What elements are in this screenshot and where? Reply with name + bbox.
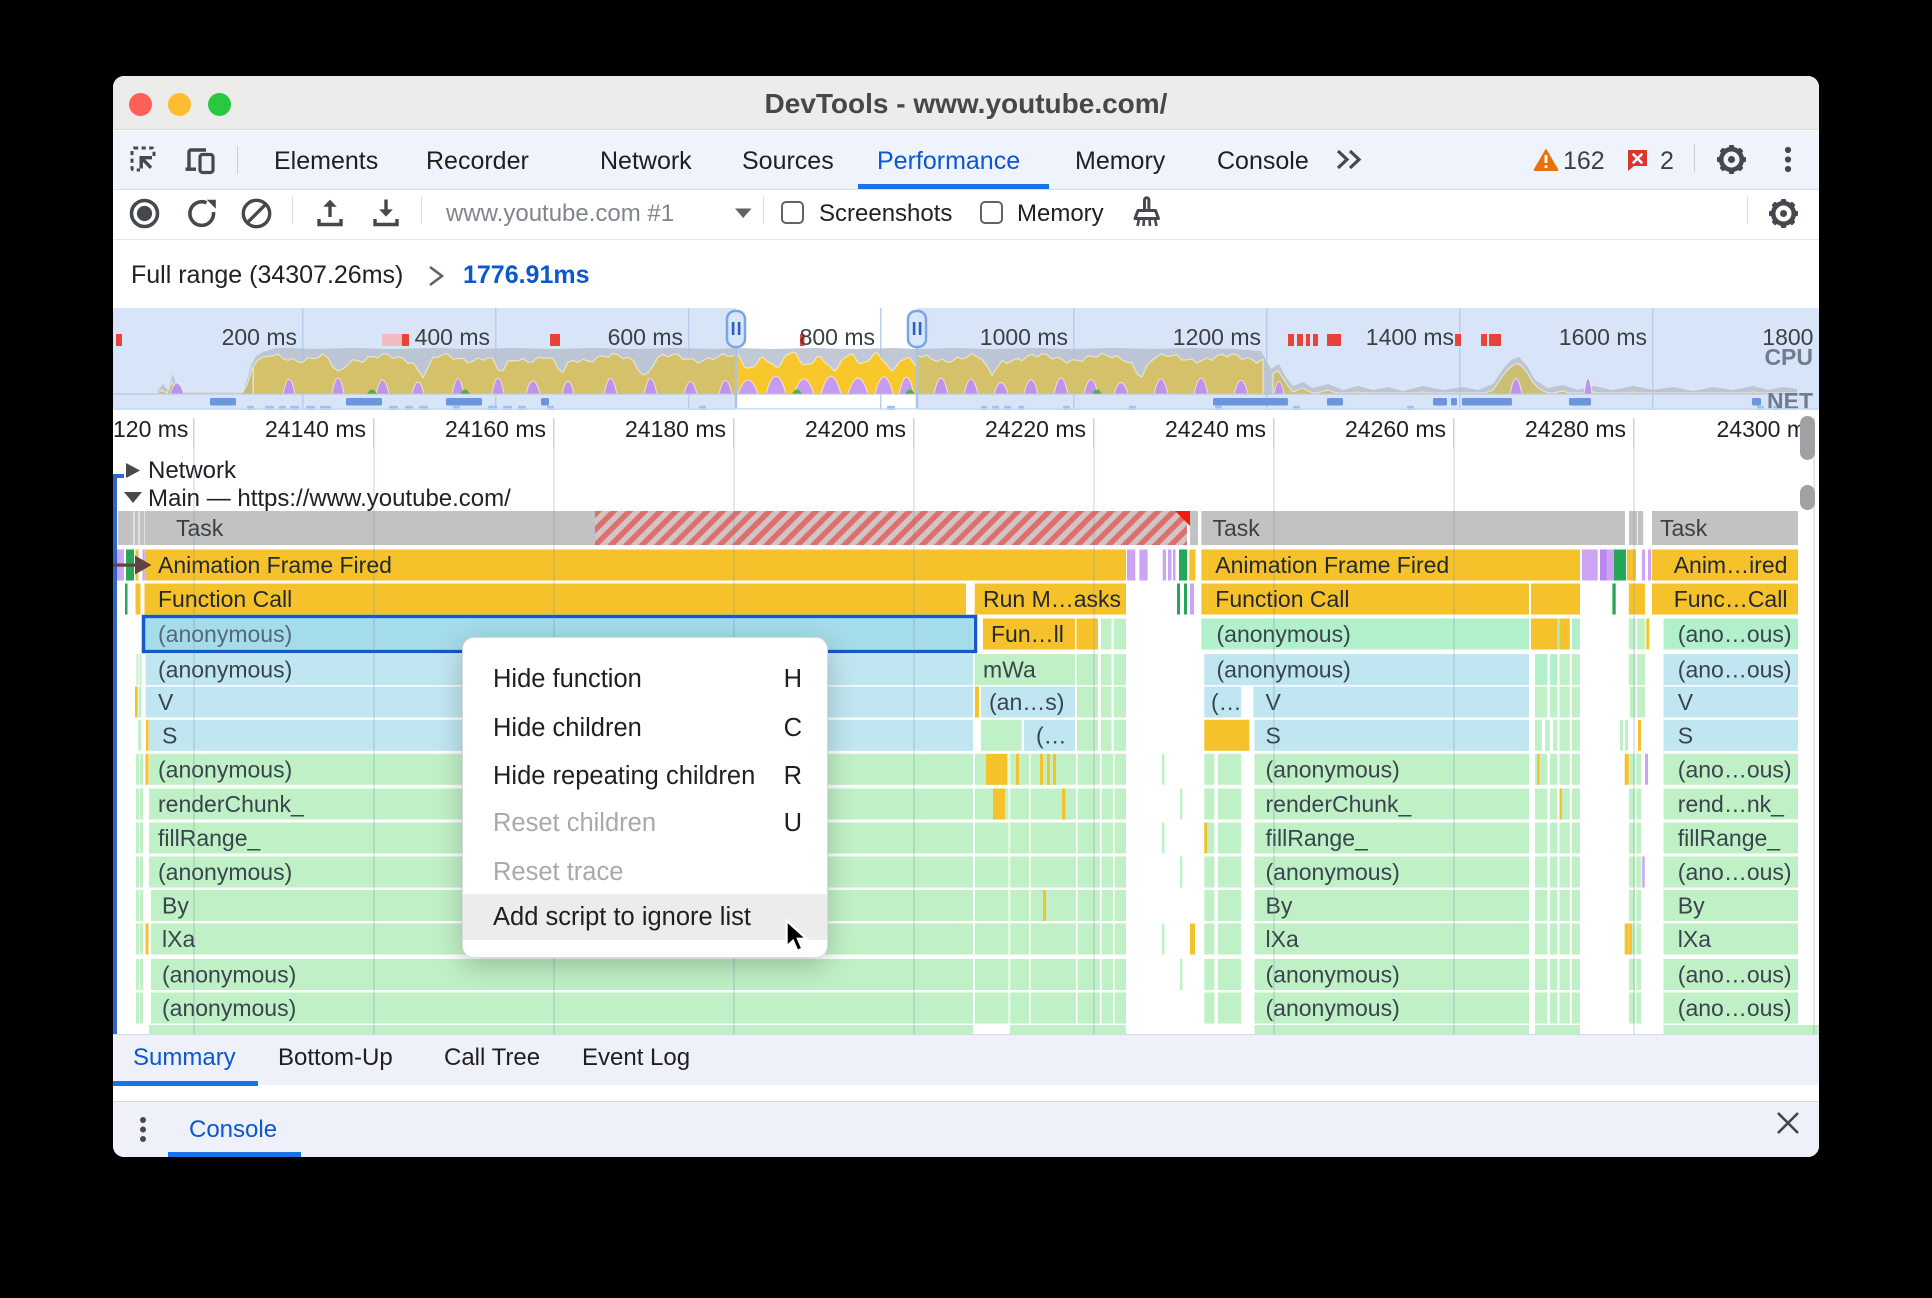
svg-text:fillRange_: fillRange_ <box>1678 825 1781 851</box>
svg-text:fillRange_: fillRange_ <box>1266 825 1369 851</box>
svg-text:Anim…ired: Anim…ired <box>1674 552 1788 578</box>
svg-text:24280 ms: 24280 ms <box>1525 416 1626 442</box>
svg-text:Task: Task <box>1660 515 1708 541</box>
svg-text:800 ms: 800 ms <box>800 324 875 350</box>
svg-text:(anonymous): (anonymous) <box>1266 962 1400 988</box>
svg-text:(ano…ous): (ano…ous) <box>1678 621 1792 647</box>
svg-text:(anonymous): (anonymous) <box>1266 995 1400 1021</box>
svg-text:lXa: lXa <box>1266 926 1299 952</box>
svg-text:24180 ms: 24180 ms <box>625 416 726 442</box>
svg-text:Main — https://www.youtube.com: Main — https://www.youtube.com/ <box>148 485 511 512</box>
svg-text:24220 ms: 24220 ms <box>985 416 1086 442</box>
svg-text:(anonymous): (anonymous) <box>158 657 292 683</box>
svg-text:Task: Task <box>176 515 224 541</box>
svg-text:rend…nk_: rend…nk_ <box>1678 791 1785 817</box>
svg-text:(ano…ous): (ano…ous) <box>1678 657 1792 683</box>
svg-text:Function Call: Function Call <box>1215 586 1349 612</box>
svg-text:lXa: lXa <box>162 926 195 952</box>
svg-text:(an…s): (an…s) <box>989 689 1064 715</box>
svg-text:400 ms: 400 ms <box>415 324 490 350</box>
svg-text:(ano…ous): (ano…ous) <box>1678 995 1792 1021</box>
svg-text:1000 ms: 1000 ms <box>980 324 1068 350</box>
svg-text:(anonymous): (anonymous) <box>1266 859 1400 885</box>
svg-text:V: V <box>158 689 174 715</box>
svg-text:(ano…ous): (ano…ous) <box>1678 859 1792 885</box>
svg-text:mWa: mWa <box>983 657 1036 683</box>
svg-text:By: By <box>1266 893 1293 919</box>
svg-text:lXa: lXa <box>1678 926 1711 952</box>
svg-text:24240 ms: 24240 ms <box>1165 416 1266 442</box>
svg-text:fillRange_: fillRange_ <box>158 825 261 851</box>
svg-text:Run M…asks: Run M…asks <box>983 586 1121 612</box>
svg-text:By: By <box>162 893 189 919</box>
svg-text:(ano…ous): (ano…ous) <box>1678 756 1792 782</box>
svg-text:(anonymous): (anonymous) <box>1217 657 1351 683</box>
svg-text:(anonymous): (anonymous) <box>162 995 296 1021</box>
svg-text:renderChunk_: renderChunk_ <box>158 791 305 817</box>
svg-text:24300 m: 24300 m <box>1716 416 1806 442</box>
svg-text:1200 ms: 1200 ms <box>1173 324 1261 350</box>
svg-text:(…: (… <box>1036 722 1067 748</box>
svg-text:(ano…ous): (ano…ous) <box>1678 962 1792 988</box>
svg-text:S: S <box>162 722 177 748</box>
svg-text:(…: (… <box>1211 689 1242 715</box>
svg-text:(anonymous): (anonymous) <box>158 859 292 885</box>
svg-text:24160 ms: 24160 ms <box>445 416 546 442</box>
svg-text:1400 ms: 1400 ms <box>1366 324 1454 350</box>
svg-text:(anonymous): (anonymous) <box>158 621 292 647</box>
svg-text:200 ms: 200 ms <box>222 324 297 350</box>
svg-text:Function Call: Function Call <box>158 586 292 612</box>
svg-text:V: V <box>1678 689 1694 715</box>
svg-text:Task: Task <box>1213 515 1261 541</box>
svg-text:24260 ms: 24260 ms <box>1345 416 1446 442</box>
svg-text:120 ms: 120 ms <box>113 416 188 442</box>
svg-text:Fun…ll: Fun…ll <box>991 621 1064 647</box>
svg-text:By: By <box>1678 893 1705 919</box>
svg-text:S: S <box>1678 722 1693 748</box>
svg-text:24200 ms: 24200 ms <box>805 416 906 442</box>
svg-text:600 ms: 600 ms <box>608 324 683 350</box>
svg-text:Animation Frame Fired: Animation Frame Fired <box>1215 552 1449 578</box>
svg-text:(anonymous): (anonymous) <box>162 962 296 988</box>
svg-text:Network: Network <box>148 457 237 484</box>
svg-text:24140 ms: 24140 ms <box>265 416 366 442</box>
svg-text:(anonymous): (anonymous) <box>158 756 292 782</box>
svg-text:1600 ms: 1600 ms <box>1559 324 1647 350</box>
svg-text:(anonymous): (anonymous) <box>1266 756 1400 782</box>
svg-text:CPU: CPU <box>1764 344 1813 370</box>
svg-text:(anonymous): (anonymous) <box>1217 621 1351 647</box>
svg-text:Func…Call: Func…Call <box>1674 586 1788 612</box>
svg-text:renderChunk_: renderChunk_ <box>1266 791 1413 817</box>
svg-text:NET: NET <box>1767 388 1813 410</box>
